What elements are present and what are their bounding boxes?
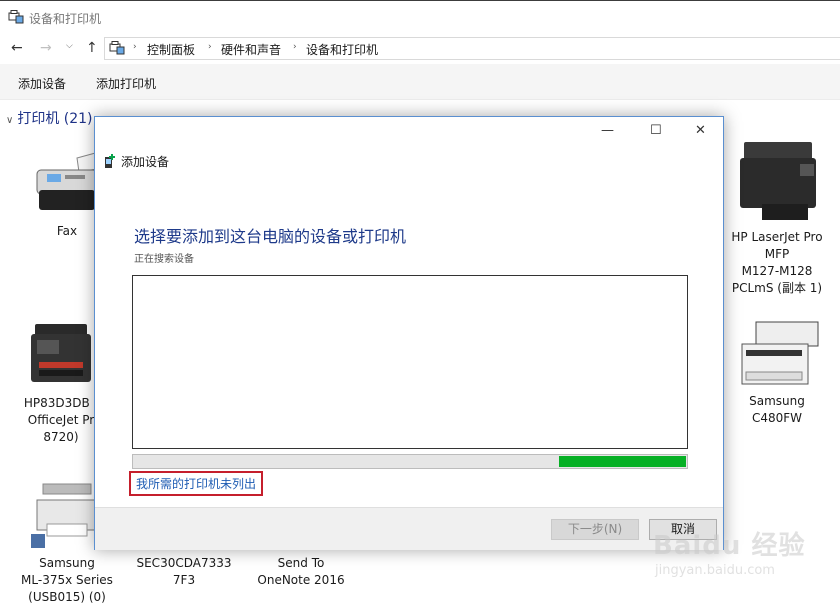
dialog-caption: 添加设备 bbox=[103, 153, 169, 172]
next-button[interactable]: 下一步(N) bbox=[551, 519, 639, 540]
device-label: HP LaserJet Pro MFP M127-M128 PCLmS (副本 … bbox=[731, 230, 823, 295]
dialog-footer: 下一步(N) 取消 bbox=[95, 507, 723, 550]
command-bar: 添加设备 添加打印机 bbox=[0, 64, 840, 100]
printer-icon bbox=[741, 321, 819, 385]
devices-printers-icon bbox=[8, 10, 24, 27]
breadcrumb-separator-icon: › bbox=[208, 42, 212, 52]
minimize-button[interactable]: — bbox=[601, 123, 614, 138]
forward-button[interactable]: → bbox=[40, 40, 52, 56]
device-onenote[interactable]: Send To OneNote 2016 bbox=[248, 555, 354, 589]
search-status-text: 正在搜索设备 bbox=[134, 254, 194, 265]
window-title: 设备和打印机 bbox=[29, 12, 102, 26]
device-label: Samsung ML-375x Series (USB015) (0) bbox=[21, 556, 113, 604]
printer-icon bbox=[740, 142, 816, 220]
printers-group-title: 打印机 (21) bbox=[17, 111, 93, 127]
dialog-caption-text: 添加设备 bbox=[121, 155, 170, 169]
up-button[interactable]: ↑ bbox=[86, 40, 98, 56]
device-list-box[interactable] bbox=[132, 275, 688, 449]
control-panel-icon bbox=[109, 41, 125, 58]
collapse-chevron-icon: ∨ bbox=[6, 115, 14, 126]
back-button[interactable]: ← bbox=[11, 40, 23, 56]
breadcrumb-devices-printers[interactable]: 设备和打印机 bbox=[306, 41, 378, 58]
maximize-button[interactable]: ☐ bbox=[650, 123, 662, 138]
device-sec30[interactable]: SEC30CDA7333 7F3 bbox=[130, 555, 238, 589]
window-title-bar: 设备和打印机 bbox=[0, 0, 840, 32]
breadcrumb-separator-icon: › bbox=[293, 42, 297, 52]
watermark-url-text: jingyan.baidu.com bbox=[655, 563, 775, 578]
search-progress-bar bbox=[132, 454, 688, 469]
add-device-command[interactable]: 添加设备 bbox=[18, 75, 66, 92]
add-device-dialog: — ☐ ✕ 添加设备 选择要添加到这台电脑的设备或打印机 正在搜索设备 我所需的… bbox=[94, 116, 724, 550]
device-label: Send To OneNote 2016 bbox=[257, 556, 345, 587]
add-device-icon bbox=[103, 153, 117, 172]
device-label: Samsung C480FW bbox=[749, 394, 805, 425]
printer-not-listed-link[interactable]: 我所需的打印机未列出 bbox=[129, 471, 264, 496]
device-samsung-c480[interactable]: Samsung C480FW bbox=[714, 316, 840, 427]
close-button[interactable]: ✕ bbox=[695, 123, 706, 138]
device-label: SEC30CDA7333 7F3 bbox=[136, 556, 232, 587]
printer-icon bbox=[31, 324, 91, 382]
printers-group-header[interactable]: ∨ 打印机 (21) bbox=[6, 108, 93, 128]
breadcrumb-separator-icon: › bbox=[133, 42, 137, 52]
watermark-logo-text: Baidu 经验 bbox=[653, 531, 806, 561]
breadcrumb-control-panel[interactable]: 控制面板 bbox=[147, 41, 195, 58]
add-printer-command[interactable]: 添加打印机 bbox=[96, 75, 156, 92]
baidu-watermark: Baidu 经验 jingyan.baidu.com bbox=[645, 515, 805, 595]
address-bar: ← → ⌵ ↑ › 控制面板 › 硬件和声音 › 设备和打印机 bbox=[0, 32, 840, 64]
device-hp-laserjet[interactable]: HP LaserJet Pro MFP M127-M128 PCLmS (副本 … bbox=[714, 138, 840, 297]
progress-bar-fill bbox=[559, 456, 686, 467]
dialog-heading: 选择要添加到这台电脑的设备或打印机 bbox=[134, 227, 407, 246]
breadcrumb-hardware-sound[interactable]: 硬件和声音 bbox=[221, 41, 281, 58]
address-path-box[interactable]: › 控制面板 › 硬件和声音 › 设备和打印机 bbox=[104, 37, 840, 60]
recent-locations-chevron-icon[interactable]: ⌵ bbox=[66, 41, 73, 51]
